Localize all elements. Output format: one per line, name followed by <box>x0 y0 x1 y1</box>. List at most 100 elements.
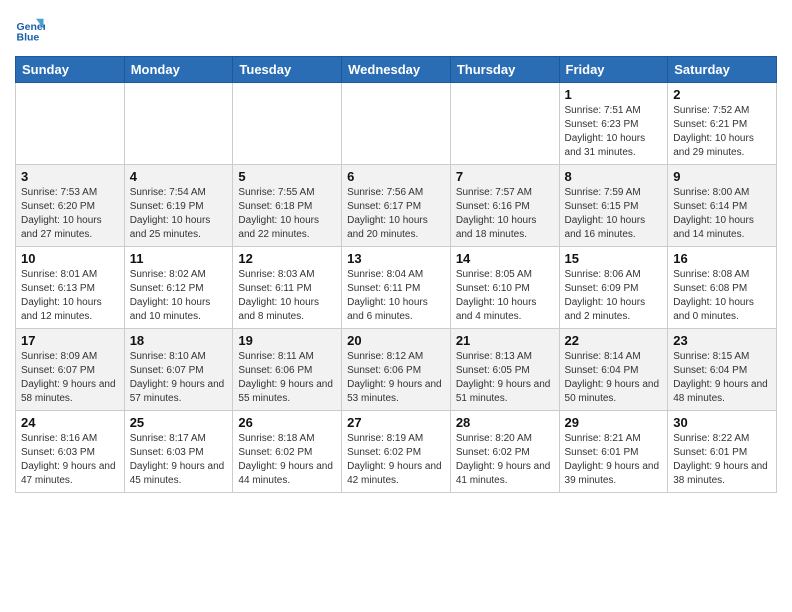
day-info: Sunrise: 8:00 AM Sunset: 6:14 PM Dayligh… <box>673 186 771 242</box>
calendar-cell: 28 Sunrise: 8:20 AM Sunset: 6:02 PM Dayli… <box>450 411 559 493</box>
calendar-cell: 30 Sunrise: 8:22 AM Sunset: 6:01 PM Dayli… <box>668 411 777 493</box>
calendar-week-row: 24Sunrise: 8:16 AM Sunset: 6:03 PM Dayli… <box>16 411 777 493</box>
weekday-header-row: SundayMondayTuesdayWednesdayThursdayFrid… <box>16 57 777 83</box>
calendar-cell: 27 Sunrise: 8:19 AM Sunset: 6:02 PM Dayli… <box>342 411 451 493</box>
day-number: 23 <box>673 333 771 348</box>
day-number: 2 <box>673 87 771 102</box>
calendar-week-row: 1 Sunrise: 7:51 AM Sunset: 6:23 PM Daylig… <box>16 83 777 165</box>
calendar-cell: 21 Sunrise: 8:13 AM Sunset: 6:05 PM Dayli… <box>450 329 559 411</box>
calendar-table: SundayMondayTuesdayWednesdayThursdayFrid… <box>15 56 777 493</box>
calendar-cell: 12Sunrise: 8:03 AM Sunset: 6:11 PM Dayli… <box>233 247 342 329</box>
day-number: 3 <box>21 169 119 184</box>
svg-text:Blue: Blue <box>17 32 40 44</box>
calendar-cell: 18 Sunrise: 8:10 AM Sunset: 6:07 PM Dayli… <box>124 329 233 411</box>
day-info: Sunrise: 8:20 AM Sunset: 6:02 PM Dayligh… <box>456 432 554 488</box>
calendar-cell: 10 Sunrise: 8:01 AM Sunset: 6:13 PM Dayli… <box>16 247 125 329</box>
weekday-header-thursday: Thursday <box>450 57 559 83</box>
calendar-cell: 24Sunrise: 8:16 AM Sunset: 6:03 PM Dayli… <box>16 411 125 493</box>
day-number: 25 <box>130 415 228 430</box>
day-number: 21 <box>456 333 554 348</box>
day-number: 4 <box>130 169 228 184</box>
day-number: 22 <box>565 333 663 348</box>
day-info: Sunrise: 8:12 AM Sunset: 6:06 PM Dayligh… <box>347 350 445 406</box>
calendar-cell: 1 Sunrise: 7:51 AM Sunset: 6:23 PM Daylig… <box>559 83 668 165</box>
day-info: Sunrise: 7:54 AM Sunset: 6:19 PM Dayligh… <box>130 186 228 242</box>
day-number: 26 <box>238 415 336 430</box>
day-number: 19 <box>238 333 336 348</box>
day-info: Sunrise: 7:59 AM Sunset: 6:15 PM Dayligh… <box>565 186 663 242</box>
calendar-cell: 6 Sunrise: 7:56 AM Sunset: 6:17 PM Daylig… <box>342 165 451 247</box>
day-info: Sunrise: 7:51 AM Sunset: 6:23 PM Dayligh… <box>565 104 663 160</box>
calendar-cell <box>124 83 233 165</box>
day-number: 14 <box>456 251 554 266</box>
day-info: Sunrise: 7:56 AM Sunset: 6:17 PM Dayligh… <box>347 186 445 242</box>
calendar-cell: 26Sunrise: 8:18 AM Sunset: 6:02 PM Dayli… <box>233 411 342 493</box>
day-info: Sunrise: 8:14 AM Sunset: 6:04 PM Dayligh… <box>565 350 663 406</box>
day-info: Sunrise: 8:04 AM Sunset: 6:11 PM Dayligh… <box>347 268 445 324</box>
day-info: Sunrise: 8:13 AM Sunset: 6:05 PM Dayligh… <box>456 350 554 406</box>
weekday-header-wednesday: Wednesday <box>342 57 451 83</box>
calendar-cell: 22 Sunrise: 8:14 AM Sunset: 6:04 PM Dayli… <box>559 329 668 411</box>
calendar-cell <box>233 83 342 165</box>
calendar-cell <box>342 83 451 165</box>
day-number: 5 <box>238 169 336 184</box>
day-info: Sunrise: 8:11 AM Sunset: 6:06 PM Dayligh… <box>238 350 336 406</box>
calendar-cell: 11Sunrise: 8:02 AM Sunset: 6:12 PM Dayli… <box>124 247 233 329</box>
day-info: Sunrise: 8:10 AM Sunset: 6:07 PM Dayligh… <box>130 350 228 406</box>
calendar-cell: 7Sunrise: 7:57 AM Sunset: 6:16 PM Daylig… <box>450 165 559 247</box>
calendar-cell: 16 Sunrise: 8:08 AM Sunset: 6:08 PM Dayli… <box>668 247 777 329</box>
calendar-cell <box>450 83 559 165</box>
logo: General Blue <box>15 15 47 45</box>
calendar-cell: 17 Sunrise: 8:09 AM Sunset: 6:07 PM Dayli… <box>16 329 125 411</box>
day-info: Sunrise: 8:03 AM Sunset: 6:11 PM Dayligh… <box>238 268 336 324</box>
day-info: Sunrise: 8:19 AM Sunset: 6:02 PM Dayligh… <box>347 432 445 488</box>
day-info: Sunrise: 8:09 AM Sunset: 6:07 PM Dayligh… <box>21 350 119 406</box>
calendar-cell: 29Sunrise: 8:21 AM Sunset: 6:01 PM Dayli… <box>559 411 668 493</box>
day-info: Sunrise: 8:08 AM Sunset: 6:08 PM Dayligh… <box>673 268 771 324</box>
day-info: Sunrise: 7:52 AM Sunset: 6:21 PM Dayligh… <box>673 104 771 160</box>
calendar-cell: 19 Sunrise: 8:11 AM Sunset: 6:06 PM Dayli… <box>233 329 342 411</box>
day-info: Sunrise: 8:17 AM Sunset: 6:03 PM Dayligh… <box>130 432 228 488</box>
day-number: 28 <box>456 415 554 430</box>
calendar-cell: 2 Sunrise: 7:52 AM Sunset: 6:21 PM Daylig… <box>668 83 777 165</box>
day-info: Sunrise: 7:53 AM Sunset: 6:20 PM Dayligh… <box>21 186 119 242</box>
day-info: Sunrise: 8:15 AM Sunset: 6:04 PM Dayligh… <box>673 350 771 406</box>
day-info: Sunrise: 8:22 AM Sunset: 6:01 PM Dayligh… <box>673 432 771 488</box>
calendar-week-row: 3 Sunrise: 7:53 AM Sunset: 6:20 PM Daylig… <box>16 165 777 247</box>
calendar-cell: 8 Sunrise: 7:59 AM Sunset: 6:15 PM Daylig… <box>559 165 668 247</box>
day-number: 10 <box>21 251 119 266</box>
day-number: 9 <box>673 169 771 184</box>
weekday-header-monday: Monday <box>124 57 233 83</box>
day-number: 15 <box>565 251 663 266</box>
calendar-cell: 4 Sunrise: 7:54 AM Sunset: 6:19 PM Daylig… <box>124 165 233 247</box>
day-info: Sunrise: 8:05 AM Sunset: 6:10 PM Dayligh… <box>456 268 554 324</box>
day-info: Sunrise: 8:16 AM Sunset: 6:03 PM Dayligh… <box>21 432 119 488</box>
day-info: Sunrise: 8:21 AM Sunset: 6:01 PM Dayligh… <box>565 432 663 488</box>
calendar-week-row: 17 Sunrise: 8:09 AM Sunset: 6:07 PM Dayli… <box>16 329 777 411</box>
day-number: 7 <box>456 169 554 184</box>
calendar-cell: 15Sunrise: 8:06 AM Sunset: 6:09 PM Dayli… <box>559 247 668 329</box>
day-number: 17 <box>21 333 119 348</box>
calendar-cell: 9 Sunrise: 8:00 AM Sunset: 6:14 PM Daylig… <box>668 165 777 247</box>
day-number: 1 <box>565 87 663 102</box>
day-number: 13 <box>347 251 445 266</box>
day-number: 30 <box>673 415 771 430</box>
weekday-header-saturday: Saturday <box>668 57 777 83</box>
calendar-cell: 25 Sunrise: 8:17 AM Sunset: 6:03 PM Dayli… <box>124 411 233 493</box>
calendar-cell: 20 Sunrise: 8:12 AM Sunset: 6:06 PM Dayli… <box>342 329 451 411</box>
calendar-cell <box>16 83 125 165</box>
day-number: 8 <box>565 169 663 184</box>
calendar-cell: 23 Sunrise: 8:15 AM Sunset: 6:04 PM Dayli… <box>668 329 777 411</box>
weekday-header-sunday: Sunday <box>16 57 125 83</box>
day-number: 6 <box>347 169 445 184</box>
day-info: Sunrise: 8:01 AM Sunset: 6:13 PM Dayligh… <box>21 268 119 324</box>
day-number: 16 <box>673 251 771 266</box>
calendar-cell: 13 Sunrise: 8:04 AM Sunset: 6:11 PM Dayli… <box>342 247 451 329</box>
day-number: 18 <box>130 333 228 348</box>
calendar-cell: 14 Sunrise: 8:05 AM Sunset: 6:10 PM Dayli… <box>450 247 559 329</box>
day-number: 11 <box>130 251 228 266</box>
day-number: 20 <box>347 333 445 348</box>
calendar-week-row: 10 Sunrise: 8:01 AM Sunset: 6:13 PM Dayli… <box>16 247 777 329</box>
day-number: 27 <box>347 415 445 430</box>
calendar-cell: 5Sunrise: 7:55 AM Sunset: 6:18 PM Daylig… <box>233 165 342 247</box>
